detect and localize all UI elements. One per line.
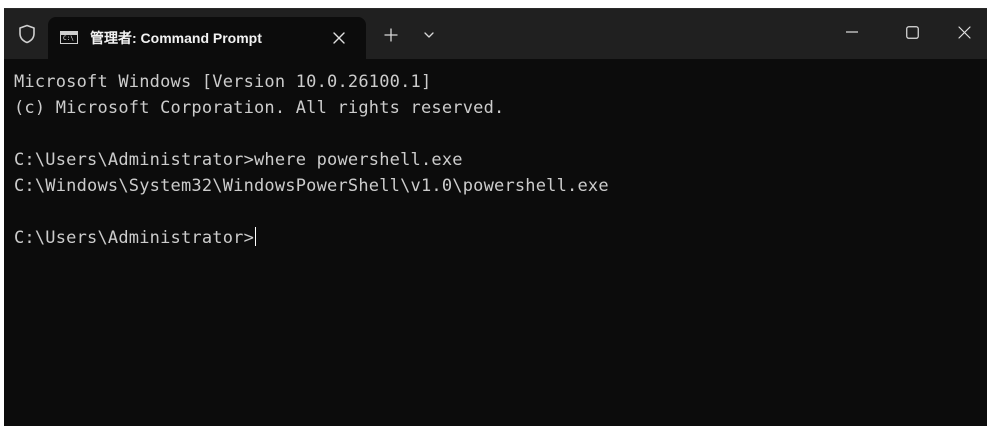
tab-title: 管理者: Command Prompt xyxy=(90,30,262,46)
tab-dropdown-button[interactable] xyxy=(417,21,441,49)
terminal-window: C:\ 管理者: Command Prompt Microsoft Window… xyxy=(4,8,987,426)
prompt-line[interactable]: C:\Users\Administrator> xyxy=(14,225,987,251)
shield-icon xyxy=(19,24,35,44)
new-tab-button[interactable] xyxy=(377,21,405,49)
prompt-text: C:\Users\Administrator> xyxy=(14,228,255,248)
close-icon xyxy=(333,32,345,44)
plus-icon xyxy=(384,28,398,42)
terminal-line: (c) Microsoft Corporation. All rights re… xyxy=(14,98,505,118)
close-window-button[interactable] xyxy=(942,9,987,55)
tab-close-button[interactable] xyxy=(326,25,352,51)
maximize-button[interactable] xyxy=(882,9,942,55)
title-bar: C:\ 管理者: Command Prompt xyxy=(4,9,987,59)
maximize-icon xyxy=(905,25,919,39)
admin-shield-button[interactable] xyxy=(12,19,42,49)
terminal-output[interactable]: Microsoft Windows [Version 10.0.26100.1]… xyxy=(4,59,987,426)
console-icon-glyph: C:\ xyxy=(63,35,74,42)
terminal-line: C:\Users\Administrator>where powershell.… xyxy=(14,150,463,170)
terminal-line: C:\Windows\System32\WindowsPowerShell\v1… xyxy=(14,176,609,196)
close-icon xyxy=(958,25,971,39)
tab-command-prompt[interactable]: C:\ 管理者: Command Prompt xyxy=(48,17,366,59)
minimize-icon xyxy=(846,31,858,33)
console-icon: C:\ xyxy=(60,31,78,44)
text-cursor xyxy=(255,227,257,246)
chevron-down-icon xyxy=(424,32,434,38)
minimize-button[interactable] xyxy=(822,9,882,55)
terminal-line: Microsoft Windows [Version 10.0.26100.1] xyxy=(14,72,432,92)
